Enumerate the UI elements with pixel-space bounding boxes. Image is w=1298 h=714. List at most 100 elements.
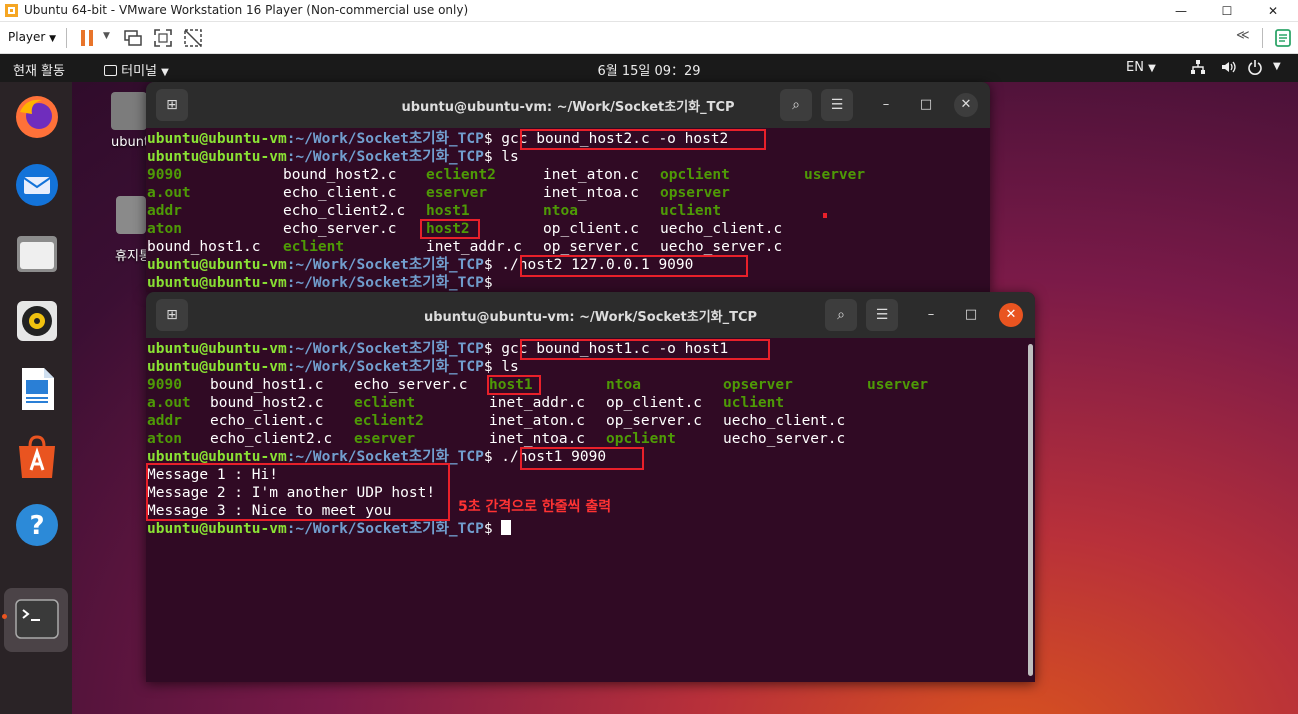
- maximize-icon[interactable]: □: [959, 303, 983, 327]
- ls-entry: uclient: [660, 203, 722, 219]
- ls-entry: 9090: [147, 377, 182, 393]
- terminal-output[interactable]: ubuntu@ubuntu-vm:~/Work/Socket초기화_TCP$ g…: [146, 338, 1035, 682]
- vmware-toolbar: Player ▼ ▼ ≪: [0, 22, 1298, 54]
- ls-entry: aton: [147, 221, 182, 237]
- help-icon[interactable]: ?: [12, 500, 62, 550]
- ls-entry: bound_host1.c: [147, 239, 261, 255]
- toolbar-divider: [1262, 28, 1263, 48]
- power-icon[interactable]: [1247, 59, 1263, 75]
- search-icon[interactable]: ⌕: [825, 299, 857, 331]
- ls-entry: uclient: [723, 395, 785, 411]
- ls-entry: op_client.c: [606, 395, 703, 411]
- command-line: ubuntu@ubuntu-vm:~/Work/Socket초기화_TCP$ l…: [147, 358, 519, 376]
- fullscreen-icon[interactable]: [152, 27, 174, 49]
- terminal-icon[interactable]: [12, 594, 62, 644]
- ls-entry: addr: [147, 203, 182, 219]
- ls-entry: userver: [804, 167, 866, 183]
- thunderbird-icon[interactable]: [12, 160, 62, 210]
- terminal-window-front[interactable]: ⊞ ubuntu@ubuntu-vm: ~/Work/Socket초기화_TCP…: [146, 292, 1035, 682]
- running-indicator: [2, 614, 7, 619]
- rhythmbox-icon[interactable]: [12, 296, 62, 346]
- prompt-user: ubuntu@ubuntu-vm: [147, 257, 287, 273]
- ls-entry: eclient: [354, 395, 416, 411]
- highlight-box: [520, 129, 766, 150]
- prompt-user: ubuntu@ubuntu-vm: [147, 521, 287, 537]
- minimize-icon[interactable]: –: [919, 303, 943, 327]
- search-icon[interactable]: ⌕: [780, 89, 812, 121]
- pause-dropdown-icon[interactable]: ▼: [103, 31, 110, 41]
- window-title: Ubuntu 64-bit - VMware Workstation 16 Pl…: [24, 3, 469, 17]
- ls-entry: op_server.c: [543, 239, 640, 255]
- maximize-button[interactable]: ☐: [1204, 0, 1250, 22]
- toolbar-divider: [66, 28, 67, 48]
- send-ctrl-alt-del-icon[interactable]: [122, 27, 144, 49]
- caret-down-icon: ▼: [1148, 63, 1156, 74]
- terminal-headerbar[interactable]: ⊞ ubuntu@ubuntu-vm: ~/Work/Socket초기화_TCP…: [146, 292, 1035, 338]
- gnome-top-bar: 현재 활동 터미널 ▼ 6월 15일 09：29 EN ▼ ▼: [0, 54, 1298, 82]
- ls-entry: eserver: [426, 185, 488, 201]
- notes-icon[interactable]: [1272, 27, 1294, 49]
- ls-entry: eclient2: [354, 413, 424, 429]
- minimize-button[interactable]: —: [1158, 0, 1204, 22]
- ls-entry: userver: [867, 377, 929, 393]
- files-icon[interactable]: [12, 228, 62, 278]
- prompt-path: :~/Work/Socket초기화_TCP: [286, 257, 484, 273]
- player-menu[interactable]: Player ▼: [8, 30, 56, 44]
- highlight-box: [420, 219, 480, 239]
- caret-down-icon[interactable]: ▼: [1273, 61, 1281, 72]
- pause-icon[interactable]: [76, 27, 98, 49]
- command-text: $ ls: [483, 149, 519, 165]
- ls-entry: opserver: [723, 377, 793, 393]
- clock[interactable]: 6월 15일 09：29: [0, 60, 1298, 79]
- ls-entry: opclient: [660, 167, 730, 183]
- prompt-user: ubuntu@ubuntu-vm: [147, 341, 287, 357]
- unity-mode-icon[interactable]: [182, 27, 204, 49]
- libreoffice-writer-icon[interactable]: [12, 364, 62, 414]
- ls-entry: inet_aton.c: [489, 413, 586, 429]
- red-dot-mark: [823, 213, 827, 218]
- terminal-window-back[interactable]: ⊞ ubuntu@ubuntu-vm: ~/Work/Socket초기화_TCP…: [146, 82, 990, 292]
- prompt-path: :~/Work/Socket초기화_TCP: [286, 149, 484, 165]
- command-line: ubuntu@ubuntu-vm:~/Work/Socket초기화_TCP$: [147, 520, 512, 538]
- ls-entry: eserver: [354, 431, 416, 447]
- ls-entry: opserver: [660, 185, 730, 201]
- terminal-title: ubuntu@ubuntu-vm: ~/Work/Socket초기화_TCP: [423, 310, 758, 325]
- hamburger-menu-icon[interactable]: ☰: [821, 89, 853, 121]
- close-button[interactable]: ✕: [1250, 0, 1296, 22]
- highlight-box: [520, 447, 644, 470]
- ls-entry: aton: [147, 431, 182, 447]
- scrollbar[interactable]: [1028, 344, 1033, 676]
- hamburger-menu-icon[interactable]: ☰: [866, 299, 898, 331]
- ubuntu-desktop: 현재 활동 터미널 ▼ 6월 15일 09：29 EN ▼ ▼ ? ubuntu…: [0, 54, 1298, 714]
- language-selector[interactable]: EN ▼: [1126, 60, 1156, 75]
- terminal-headerbar[interactable]: ⊞ ubuntu@ubuntu-vm: ~/Work/Socket초기화_TCP…: [146, 82, 990, 128]
- ls-entry: inet_ntoa.c: [489, 431, 586, 447]
- ubuntu-software-icon[interactable]: [12, 432, 62, 482]
- ls-entry: echo_client2.c: [283, 203, 406, 219]
- chevron-down-icon: ▼: [49, 34, 57, 44]
- ls-entry: inet_aton.c: [543, 167, 640, 183]
- ls-entry: addr: [147, 413, 182, 429]
- firefox-icon[interactable]: [12, 92, 62, 142]
- trash-icon[interactable]: [116, 196, 146, 234]
- network-icon[interactable]: [1190, 59, 1206, 75]
- command-text: $: [483, 521, 502, 537]
- ls-entry: echo_client2.c: [210, 431, 333, 447]
- terminal-output[interactable]: ubuntu@ubuntu-vm:~/Work/Socket초기화_TCP$ g…: [146, 128, 990, 292]
- ubuntu-dock: ?: [0, 82, 72, 714]
- maximize-icon[interactable]: □: [914, 93, 938, 117]
- close-icon[interactable]: ✕: [954, 93, 978, 117]
- home-folder-icon[interactable]: [111, 92, 147, 130]
- ls-entry: ntoa: [606, 377, 641, 393]
- text-cursor: [501, 520, 512, 535]
- vmware-logo-icon: [5, 4, 18, 17]
- minimize-icon[interactable]: –: [874, 93, 898, 117]
- command-line: ubuntu@ubuntu-vm:~/Work/Socket초기화_TCP$ l…: [147, 148, 519, 166]
- ls-entry: a.out: [147, 395, 191, 411]
- close-icon[interactable]: ✕: [999, 303, 1023, 327]
- ls-entry: op_client.c: [543, 221, 640, 237]
- ls-entry: echo_server.c: [283, 221, 397, 237]
- highlight-box: [520, 339, 770, 360]
- collapse-toolbar-icon[interactable]: ≪: [1236, 28, 1250, 43]
- volume-icon[interactable]: [1220, 59, 1236, 75]
